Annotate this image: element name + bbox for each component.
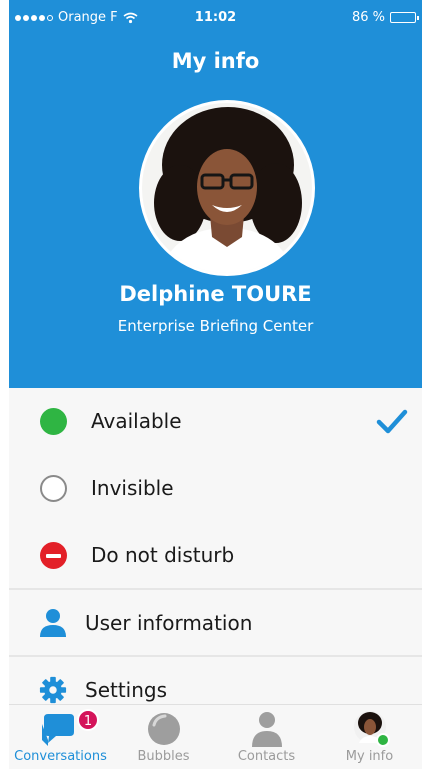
status-option-do-not-disturb[interactable]: Do not disturb <box>9 522 422 588</box>
tab-my-info[interactable]: My info <box>318 705 421 769</box>
battery-percent: 86 % <box>351 10 385 25</box>
profile-header: Orange F 11:02 86 % My info Delphine TOU… <box>9 0 422 388</box>
tab-conversations[interactable]: 1 Conversations <box>9 705 112 769</box>
user-company: Enterprise Briefing Center <box>117 317 314 335</box>
status-bar: Orange F 11:02 86 % <box>9 0 422 34</box>
status-option-available[interactable]: Available <box>9 388 422 454</box>
tab-label: My info <box>345 749 394 764</box>
app-screen: Orange F 11:02 86 % My info Delphine TOU… <box>9 0 422 769</box>
gear-icon <box>39 676 67 704</box>
status-option-invisible[interactable]: Invisible <box>9 455 422 521</box>
menu-item-label: Settings <box>85 678 168 702</box>
tab-contacts[interactable]: Contacts <box>215 705 318 769</box>
tab-label: Bubbles <box>137 749 190 764</box>
green-status-icon <box>39 407 67 435</box>
battery-status: 86 % <box>351 10 419 25</box>
tab-bar: 1 Conversations Bubbles Contacts My info <box>9 704 422 769</box>
unread-badge: 1 <box>77 709 99 731</box>
checkmark-icon <box>376 409 408 434</box>
profile-photo <box>142 103 312 273</box>
tab-bubbles[interactable]: Bubbles <box>112 705 215 769</box>
menu-item-label: User information <box>85 611 253 635</box>
profile-avatar[interactable] <box>139 100 315 276</box>
presence-indicator <box>376 733 390 747</box>
do-not-disturb-icon <box>39 541 67 569</box>
battery-icon <box>390 12 419 23</box>
menu-item-user-information[interactable]: User information <box>9 590 422 656</box>
bubble-icon <box>147 713 180 745</box>
chat-bubbles-icon <box>41 714 74 746</box>
page-title: My info <box>171 49 260 73</box>
status-option-label: Do not disturb <box>91 543 235 567</box>
status-option-label: Invisible <box>91 476 174 500</box>
tab-label: Conversations <box>14 749 107 764</box>
person-icon <box>251 712 282 747</box>
person-icon <box>39 609 67 637</box>
empty-circle-status-icon <box>39 474 67 502</box>
user-name: Delphine TOURE <box>119 282 312 306</box>
status-option-label: Available <box>91 409 182 433</box>
tab-label: Contacts <box>237 749 296 764</box>
